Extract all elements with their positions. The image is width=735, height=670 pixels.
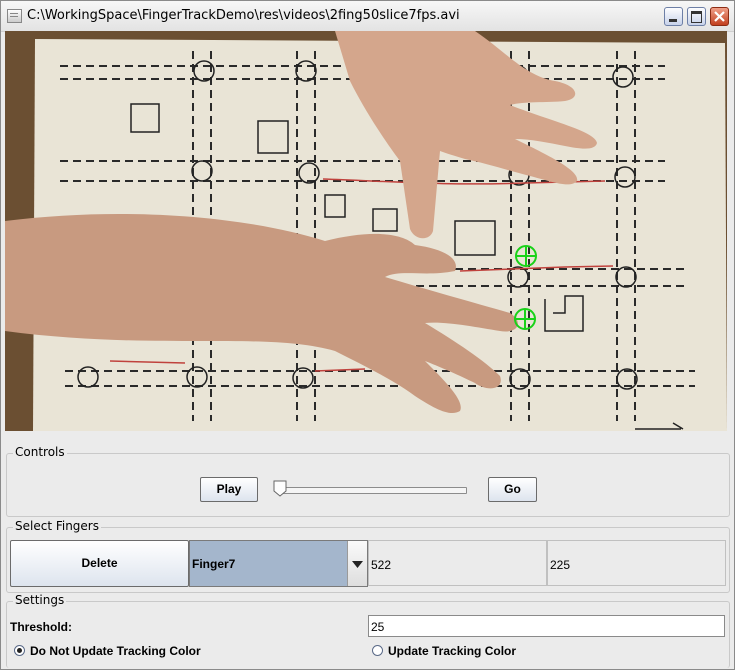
finger-y-field[interactable]: 225	[547, 540, 726, 586]
radio-no-update[interactable]	[14, 645, 25, 656]
video-image	[5, 31, 727, 431]
seek-slider-thumb[interactable]	[273, 480, 287, 497]
app-window: C:\WorkingSpace\FingerTrackDemo\res\vide…	[0, 0, 735, 670]
threshold-label: Threshold:	[10, 620, 72, 634]
settings-title: Settings	[13, 593, 67, 607]
seek-slider-track[interactable]	[279, 487, 467, 494]
controls-title: Controls	[13, 445, 67, 459]
radio-update[interactable]	[372, 645, 383, 656]
finger-marker-2	[514, 308, 536, 330]
window-title: C:\WorkingSpace\FingerTrackDemo\res\vide…	[27, 8, 460, 23]
title-bar[interactable]: C:\WorkingSpace\FingerTrackDemo\res\vide…	[1, 1, 734, 32]
radio-update-label[interactable]: Update Tracking Color	[388, 644, 516, 658]
go-button[interactable]: Go	[488, 477, 537, 502]
close-button[interactable]	[710, 7, 729, 26]
controls-group: Controls	[6, 445, 730, 517]
delete-button[interactable]: Delete	[10, 540, 189, 587]
close-icon	[714, 11, 725, 22]
finger-x-value: 522	[371, 558, 392, 572]
threshold-input[interactable]: 25	[368, 615, 725, 637]
finger-marker-1	[515, 245, 537, 267]
minimize-button[interactable]	[664, 7, 683, 26]
select-fingers-title: Select Fingers	[13, 519, 101, 533]
finger-y-value: 225	[550, 558, 571, 572]
play-button[interactable]: Play	[200, 477, 258, 502]
radio-no-update-label[interactable]: Do Not Update Tracking Color	[30, 644, 201, 658]
finger-x-field[interactable]: 522	[368, 540, 547, 586]
maximize-button[interactable]	[687, 7, 706, 26]
video-frame[interactable]	[5, 31, 727, 431]
document-icon	[7, 9, 22, 23]
finger-select-value: Finger7	[192, 557, 236, 571]
chevron-down-icon[interactable]	[347, 541, 367, 586]
finger-select[interactable]: Finger7	[189, 540, 368, 587]
